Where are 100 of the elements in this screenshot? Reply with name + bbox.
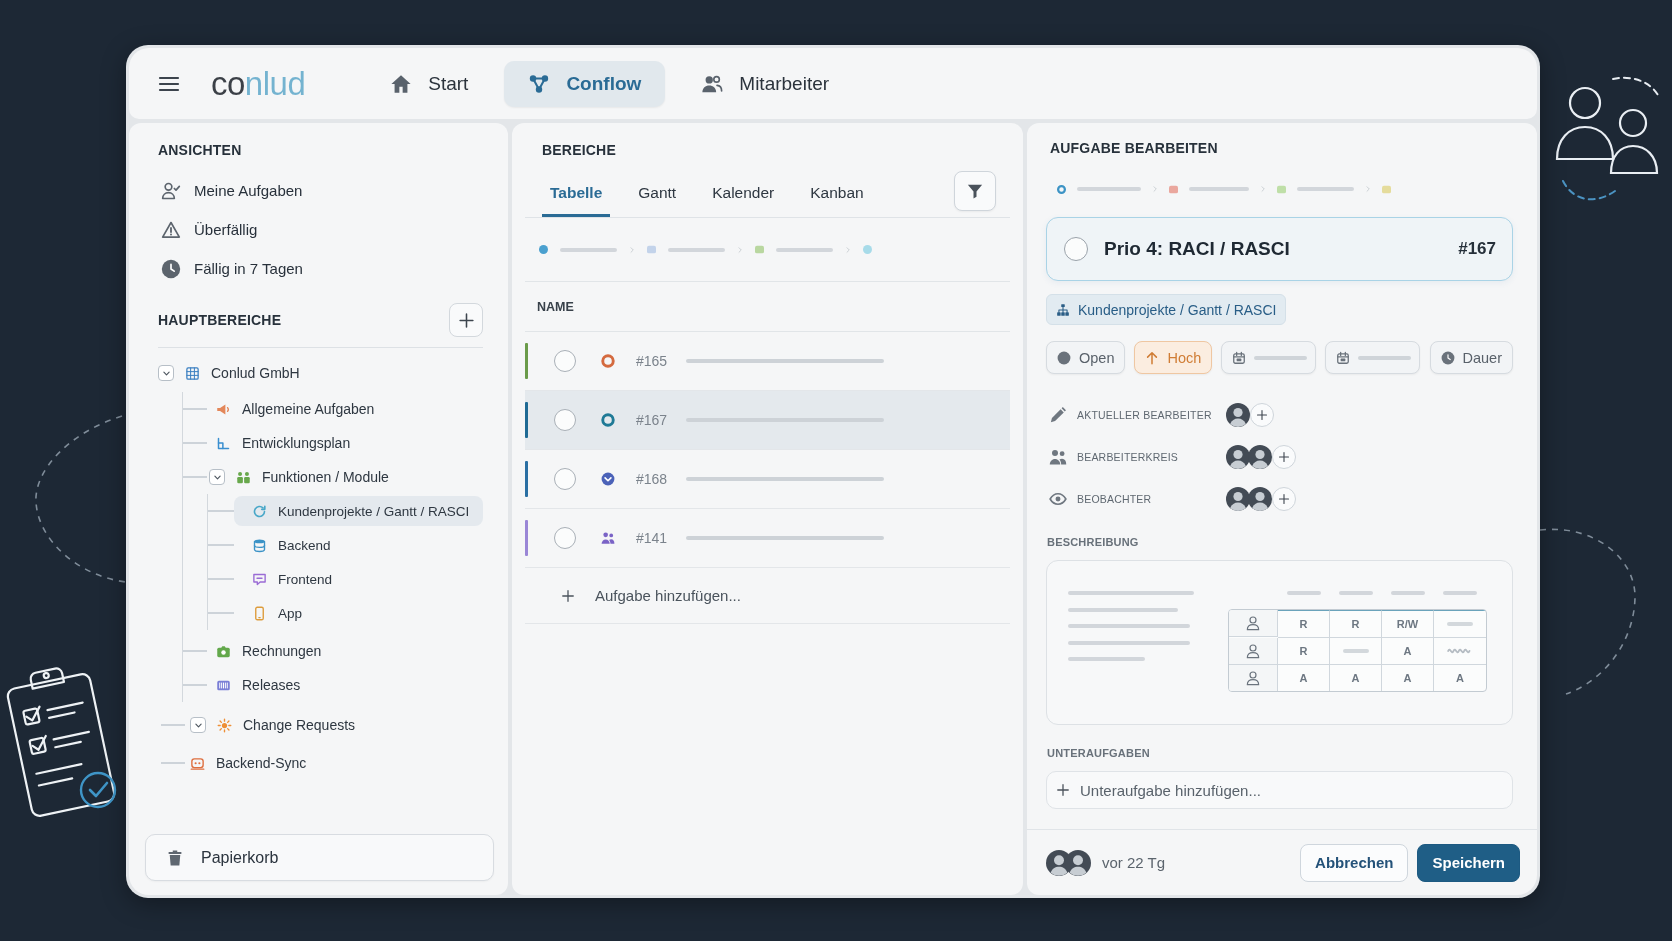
filter-button[interactable] <box>954 170 996 211</box>
placeholder-line <box>1443 591 1477 595</box>
plus-icon <box>1256 409 1268 421</box>
avatar-icon <box>1248 445 1272 469</box>
task-id: #165 <box>636 353 666 369</box>
field-label: AKTUELLER BEARBEITER <box>1077 409 1213 421</box>
person-icon <box>1245 670 1261 686</box>
chevron-right-icon <box>629 245 635 254</box>
task-title: Prio 4: RACI / RASCI <box>1104 238 1290 260</box>
placeholder-line <box>1297 187 1354 191</box>
field-label: BESCHREIBUNG <box>1046 536 1140 548</box>
task-id: #141 <box>636 530 666 546</box>
table-cell: A <box>1330 665 1382 691</box>
chevron-right-icon <box>737 245 743 254</box>
task-row[interactable]: #141 <box>525 509 1010 568</box>
placeholder-line <box>1391 591 1425 595</box>
tree-item[interactable]: Entwicklungsplan <box>207 428 359 458</box>
view-tab[interactable]: Kanban <box>802 171 872 217</box>
table-cell: A <box>1382 665 1434 691</box>
save-button[interactable]: Speichern <box>1417 843 1520 882</box>
tree-item[interactable]: Backend <box>234 530 339 560</box>
tree-item[interactable]: Kundenprojekte / Gantt / RASCI <box>234 496 483 526</box>
section-title: HAUPTBEREICHE <box>158 311 282 329</box>
chevron-right-icon <box>1152 185 1158 193</box>
hierarchy-icon <box>1056 302 1070 317</box>
field-label: BEOBACHTER <box>1077 493 1153 505</box>
add-person-button[interactable] <box>1272 487 1296 511</box>
calendar-icon <box>1336 350 1351 365</box>
tree-item[interactable]: Allgemeine Aufgaben <box>207 394 383 424</box>
view-tab[interactable]: Tabelle <box>542 171 611 217</box>
sidebar-item[interactable]: Meine Aufgaben <box>158 171 303 210</box>
checkbox[interactable] <box>554 409 576 431</box>
grid-icon <box>185 365 200 381</box>
plus-icon <box>561 588 575 603</box>
expand-toggle[interactable] <box>158 365 174 381</box>
tree-item[interactable]: Backend-Sync <box>185 748 315 778</box>
sidebar-item[interactable]: Überfällig <box>158 210 258 249</box>
section-title: ANSICHTEN <box>158 142 243 159</box>
chevron-right-icon <box>1260 185 1266 193</box>
team-icon <box>236 469 251 485</box>
nav-tab[interactable]: Mitarbeiter <box>677 60 854 107</box>
placeholder-line <box>1077 187 1141 191</box>
table-cell: R/W <box>1382 610 1434 638</box>
cancel-button[interactable]: Abbrechen <box>1300 843 1409 882</box>
nav-tab[interactable]: Start <box>366 60 493 107</box>
tree-item[interactable]: Releases <box>207 670 309 700</box>
refresh-icon <box>252 503 267 519</box>
add-task-button[interactable]: Aufgabe hinzufügen... <box>561 587 741 604</box>
field-label: BEARBEITERKREIS <box>1077 451 1180 463</box>
avatar-icon <box>1226 403 1250 427</box>
table-cell: R <box>1278 610 1330 638</box>
tree-item[interactable]: App <box>234 598 311 628</box>
clock-icon <box>1440 350 1455 365</box>
person-icon <box>1245 643 1261 659</box>
sun-icon <box>217 717 232 733</box>
placeholder-line <box>668 247 725 252</box>
pencil-icon <box>1049 406 1067 424</box>
tree-item[interactable]: Funktionen / Module <box>207 462 397 492</box>
table-cell: A <box>1278 665 1330 691</box>
placeholder-line <box>1287 591 1321 595</box>
checkbox[interactable] <box>554 468 576 490</box>
project-chip[interactable]: Kundenprojekte / Gantt / RASCI <box>1046 294 1287 325</box>
checkbox[interactable] <box>1064 237 1088 261</box>
expand-toggle[interactable] <box>190 717 206 733</box>
trash-button[interactable]: Papierkorb <box>145 834 494 881</box>
add-button[interactable] <box>449 303 483 337</box>
date-picker[interactable] <box>1325 341 1421 374</box>
status-chip[interactable]: Open <box>1046 341 1126 374</box>
tree-item[interactable]: Change Requests <box>185 710 364 740</box>
eye-icon <box>1049 490 1067 508</box>
expand-toggle[interactable] <box>209 469 225 485</box>
plus-icon <box>457 311 475 329</box>
checkbox[interactable] <box>554 350 576 372</box>
avatar-icon <box>1226 487 1250 511</box>
tree-item[interactable]: Frontend <box>234 564 341 594</box>
task-row[interactable]: #168 <box>525 450 1010 509</box>
person-check-icon <box>161 180 181 201</box>
description-editor[interactable]: R R R/W R A A A A A <box>1046 560 1513 725</box>
warning-icon <box>161 219 181 240</box>
date-picker[interactable] <box>1221 341 1317 374</box>
view-tab[interactable]: Kalender <box>704 171 783 217</box>
sidebar-item[interactable]: Fällig in 7 Tagen <box>158 249 303 288</box>
calendar-icon <box>1232 350 1247 365</box>
tree-item[interactable]: Conlud GmbH <box>158 358 308 388</box>
nav-tab[interactable]: Conflow <box>504 60 666 107</box>
view-tab[interactable]: Gantt <box>630 171 685 217</box>
duration-chip[interactable]: Dauer <box>1429 341 1513 374</box>
add-person-button[interactable] <box>1272 445 1296 469</box>
clock-icon <box>161 258 181 279</box>
subtask-input[interactable]: Unteraufgabe hinzufügen... <box>1046 771 1513 809</box>
chevron-right-icon <box>1365 185 1371 193</box>
table-cell: R <box>1278 638 1330 665</box>
checkbox[interactable] <box>554 527 576 549</box>
tree-item[interactable]: Rechnungen <box>207 636 330 666</box>
add-person-button[interactable] <box>1250 403 1274 427</box>
phone-icon <box>252 605 267 621</box>
task-id: #168 <box>636 471 666 487</box>
avatar-icon <box>1248 487 1272 511</box>
placeholder-line <box>1339 591 1373 595</box>
arrow-up-icon <box>1145 350 1160 365</box>
